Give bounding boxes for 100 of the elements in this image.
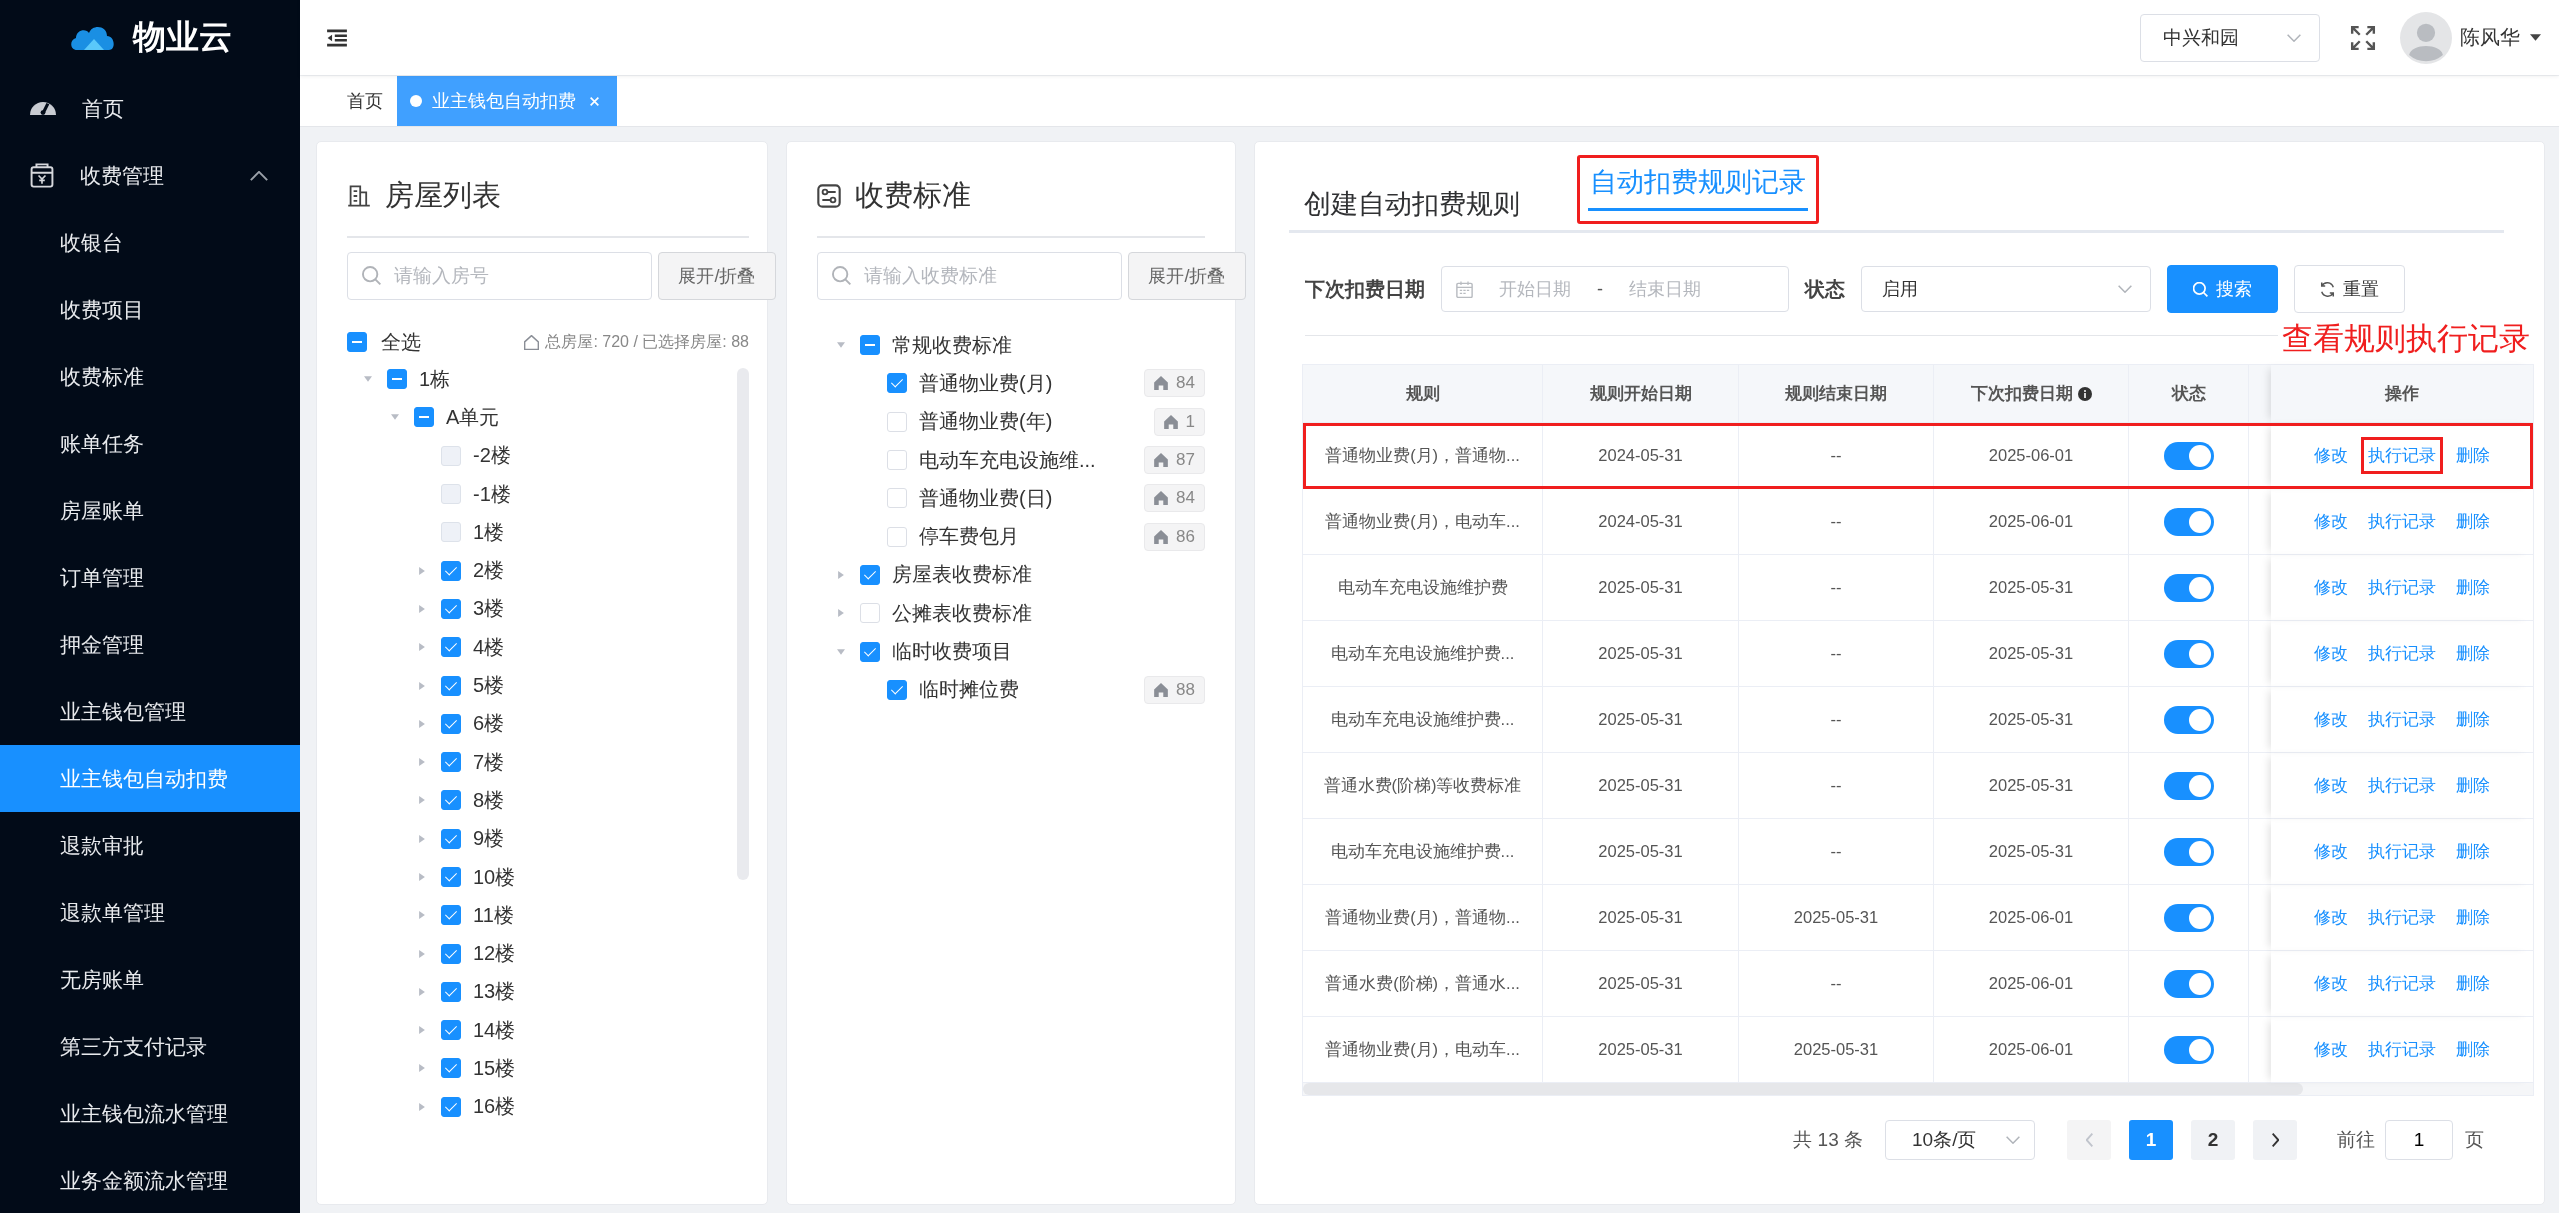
menu-item[interactable]: 无房账单 [0,946,300,1013]
toggle-switch[interactable] [2163,969,2214,998]
checkbox[interactable] [441,981,461,1002]
menu-group[interactable]: 收费管理 [0,142,300,209]
tree-item[interactable]: 电动车充电设施维... [919,446,1096,474]
toggle-switch[interactable] [2163,573,2214,602]
tree-item[interactable]: 16楼 [473,1093,516,1121]
page-button[interactable]: 2 [2191,1120,2235,1160]
toggle-switch[interactable] [2163,441,2214,470]
checkbox[interactable] [441,828,461,849]
checkbox[interactable] [441,1058,461,1079]
checkbox[interactable] [347,332,367,352]
checkbox[interactable] [860,335,880,356]
menu-item[interactable]: 收银台 [0,209,300,276]
expand-collapse-button[interactable]: 展开/折叠 [1128,252,1246,300]
menu-item[interactable]: 业主钱包流水管理 [0,1080,300,1147]
tree-item[interactable]: 7楼 [473,748,505,776]
tree-item[interactable]: 9楼 [473,825,505,853]
checkbox[interactable] [441,560,461,581]
checkbox[interactable] [441,867,461,887]
checkbox[interactable] [441,790,461,811]
fullscreen-icon[interactable] [2350,24,2376,51]
checkbox[interactable] [887,679,907,700]
tree-item[interactable]: 公摊表收费标准 [892,599,1032,627]
tree-item[interactable]: 常规收费标准 [892,331,1012,359]
reset-button[interactable]: 重置 [2294,265,2405,313]
tree-item[interactable]: 临时收费项目 [892,638,1012,665]
menu-item[interactable]: 退款审批 [0,812,300,879]
page-tab[interactable]: 首页 [333,76,397,126]
community-select[interactable]: 中兴和园 [2140,13,2320,62]
menu-item[interactable]: 业主钱包管理 [0,678,300,745]
expand-collapse-button[interactable]: 展开/折叠 [658,252,776,300]
menu-icon[interactable] [326,28,348,47]
search-field[interactable]: 请输入收费标准 [817,252,1122,300]
menu-item[interactable]: 押金管理 [0,611,300,678]
menu-item[interactable]: 收费标准 [0,343,300,410]
tree-item[interactable]: 8楼 [473,786,505,814]
tree-item[interactable]: 12楼 [473,940,516,968]
checkbox[interactable] [441,713,461,734]
checkbox[interactable] [441,1096,461,1117]
menu-item[interactable]: 房屋账单 [0,477,300,544]
date-range-picker[interactable]: 开始日期 - 结束日期 [1441,266,1789,312]
tab[interactable]: 创建自动扣费规则 [1302,186,1522,233]
menu-item[interactable]: 第三方支付记录 [0,1013,300,1080]
tree-item[interactable]: 房屋表收费标准 [892,561,1032,589]
checkbox[interactable] [860,641,880,662]
checkbox[interactable] [441,675,461,696]
tree-item[interactable]: 10楼 [473,863,516,891]
tree-item[interactable]: 13楼 [473,978,516,1006]
page-number-field[interactable]: 1 [2385,1120,2453,1160]
page-size-select[interactable]: 10条/页 [1885,1120,2035,1160]
start-date-input[interactable]: 开始日期 [1473,277,1597,301]
tree-item[interactable]: 15楼 [473,1055,516,1082]
toggle-switch[interactable] [2163,639,2214,668]
tree-item[interactable]: 临时摊位费 [919,676,1019,704]
menu-item[interactable]: 业务金额流水管理 [0,1147,300,1213]
tree-item[interactable]: 2楼 [473,557,505,585]
status-select[interactable]: 启用 [1861,266,2151,312]
checkbox[interactable] [887,373,907,394]
menu-item[interactable]: 账单任务 [0,410,300,477]
toggle-switch[interactable] [2163,705,2214,734]
checkbox[interactable] [414,407,434,428]
checkbox[interactable] [387,369,407,390]
tree-item[interactable]: 停车费包月 [919,523,1019,551]
scrollbar-thumb[interactable] [1303,1083,2303,1095]
end-date-input[interactable]: 结束日期 [1603,277,1727,301]
checkbox[interactable] [441,905,461,926]
toggle-switch[interactable] [2163,837,2214,866]
tree-item[interactable]: 普通物业费(月) [919,369,1053,397]
next-page-button[interactable] [2253,1120,2297,1160]
menu-item[interactable]: 订单管理 [0,544,300,611]
checkbox[interactable] [441,943,461,964]
tree-item[interactable]: 14楼 [473,1016,516,1044]
checkbox[interactable] [441,598,461,619]
caret-icon[interactable] [2530,34,2541,41]
search-field[interactable]: 请输入房号 [347,252,652,300]
tree-item[interactable]: 4楼 [473,633,505,661]
toggle-switch[interactable] [2163,771,2214,800]
checkbox[interactable] [441,637,461,658]
menu-item[interactable]: 首页 [0,75,300,142]
checkbox[interactable] [441,1020,461,1041]
tree-item[interactable]: 1栋 [419,365,451,393]
tree-item[interactable]: 普通物业费(年) [919,408,1053,436]
tree-item[interactable]: A单元 [446,403,500,431]
tree-item[interactable]: 6楼 [473,710,505,738]
tree-item[interactable]: 5楼 [473,672,505,699]
checkbox[interactable] [441,752,461,773]
avatar-icon[interactable] [2400,11,2452,64]
tree-item[interactable]: 普通物业费(日) [919,484,1053,512]
menu-item[interactable]: 收费项目 [0,276,300,343]
user-name[interactable]: 陈风华 [2460,24,2520,51]
select-all-label[interactable]: 全选 [381,328,421,356]
tree-item[interactable]: 11楼 [473,901,514,929]
menu-item[interactable]: 退款单管理 [0,879,300,946]
tree-item[interactable]: 3楼 [473,595,505,623]
toggle-switch[interactable] [2163,903,2214,932]
close-icon[interactable] [590,96,599,106]
checkbox[interactable] [860,564,880,585]
toggle-switch[interactable] [2163,1035,2214,1064]
toggle-switch[interactable] [2163,507,2214,536]
